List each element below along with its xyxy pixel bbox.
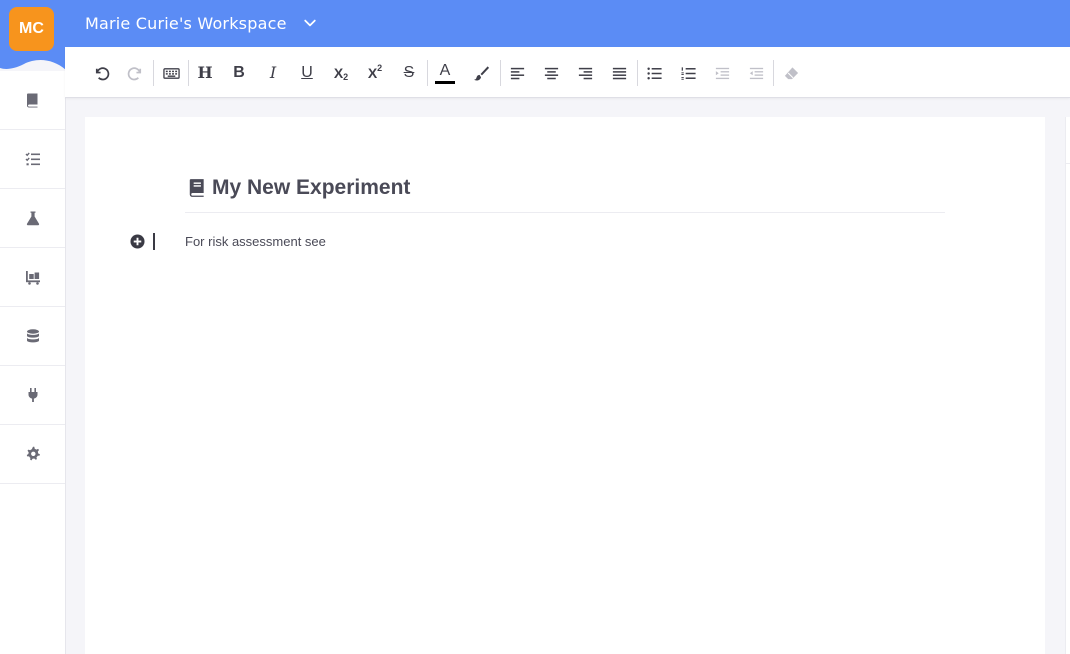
outdent-icon	[749, 67, 763, 79]
font-color-swatch	[435, 80, 455, 84]
paragraph-text[interactable]: For risk assessment see	[185, 233, 326, 251]
editor-toolbar: H B I U X2 X2 S A	[65, 47, 1070, 98]
indent-button[interactable]	[709, 60, 735, 86]
heading-button[interactable]: H	[192, 60, 218, 86]
toolbar-separator	[153, 60, 154, 86]
subscript-label: X	[333, 65, 344, 81]
sidebar-item-notebook[interactable]	[0, 71, 65, 130]
align-left-icon	[510, 67, 524, 79]
align-center-icon	[544, 67, 558, 79]
strikethrough-button[interactable]: S	[396, 60, 422, 86]
bullet-list-button[interactable]	[641, 60, 667, 86]
keyboard-shortcuts-button[interactable]	[158, 60, 184, 86]
undo-icon	[95, 66, 109, 80]
right-panel-edge	[1065, 117, 1070, 654]
book-icon	[189, 179, 204, 197]
outdent-button[interactable]	[743, 60, 769, 86]
workspace-title[interactable]: Marie Curie's Workspace	[85, 12, 287, 34]
editor-canvas[interactable]: My New Experiment For risk assessment se…	[85, 117, 1045, 654]
inventory-cart-icon	[25, 271, 40, 285]
indent-icon	[715, 67, 729, 79]
bullet-list-icon	[646, 67, 662, 79]
toolbar-separator	[637, 60, 638, 86]
superscript-button[interactable]: X2	[362, 60, 388, 86]
sidebar-item-database[interactable]	[0, 307, 65, 366]
eraser-icon	[784, 66, 798, 79]
document-title-text: My New Experiment	[212, 176, 411, 199]
italic-button[interactable]: I	[260, 60, 286, 86]
sidebar-item-settings[interactable]	[0, 425, 65, 484]
clear-formatting-button[interactable]	[778, 60, 804, 86]
align-right-button[interactable]	[572, 60, 598, 86]
numbered-list-button[interactable]	[675, 60, 701, 86]
toolbar-separator	[500, 60, 501, 86]
subscript-digit: 2	[343, 72, 349, 82]
text-cursor	[153, 233, 155, 250]
font-color-button[interactable]: A	[432, 60, 458, 86]
checklist-icon	[25, 152, 40, 166]
toolbar-separator	[773, 60, 774, 86]
font-color-label: A	[439, 61, 451, 79]
superscript-digit: 2	[377, 63, 383, 73]
align-center-button[interactable]	[538, 60, 564, 86]
redo-icon	[127, 66, 141, 80]
database-icon	[26, 329, 39, 343]
gear-icon	[26, 446, 40, 461]
align-right-icon	[578, 67, 592, 79]
toolbar-separator	[427, 60, 428, 86]
paintbrush-icon	[473, 65, 489, 81]
toolbar-separator	[188, 60, 189, 86]
superscript-label: X	[367, 65, 378, 81]
sidebar-item-experiments[interactable]	[0, 189, 65, 248]
sidebar	[0, 71, 66, 654]
document-title[interactable]: My New Experiment	[185, 172, 945, 213]
top-bar: Marie Curie's Workspace	[0, 0, 1070, 47]
underline-button[interactable]: U	[294, 60, 320, 86]
keyboard-icon	[162, 67, 180, 79]
subscript-button[interactable]: X2	[328, 60, 354, 86]
sidebar-item-tasks[interactable]	[0, 130, 65, 189]
align-justify-icon	[612, 67, 626, 79]
bold-button[interactable]: B	[226, 60, 252, 86]
highlight-button[interactable]	[468, 60, 494, 86]
redo-button[interactable]	[122, 60, 148, 86]
avatar[interactable]: MC	[9, 7, 54, 51]
divider	[1066, 163, 1070, 164]
book-icon	[26, 93, 37, 108]
undo-button[interactable]	[88, 60, 114, 86]
flask-icon	[26, 211, 39, 226]
add-block-icon[interactable]	[130, 234, 145, 249]
numbered-list-icon	[680, 66, 696, 80]
plug-icon	[28, 388, 37, 402]
chevron-down-icon[interactable]	[300, 12, 320, 34]
align-left-button[interactable]	[504, 60, 530, 86]
sidebar-item-inventory[interactable]	[0, 248, 65, 307]
align-justify-button[interactable]	[606, 60, 632, 86]
sidebar-item-integrations[interactable]	[0, 366, 65, 425]
